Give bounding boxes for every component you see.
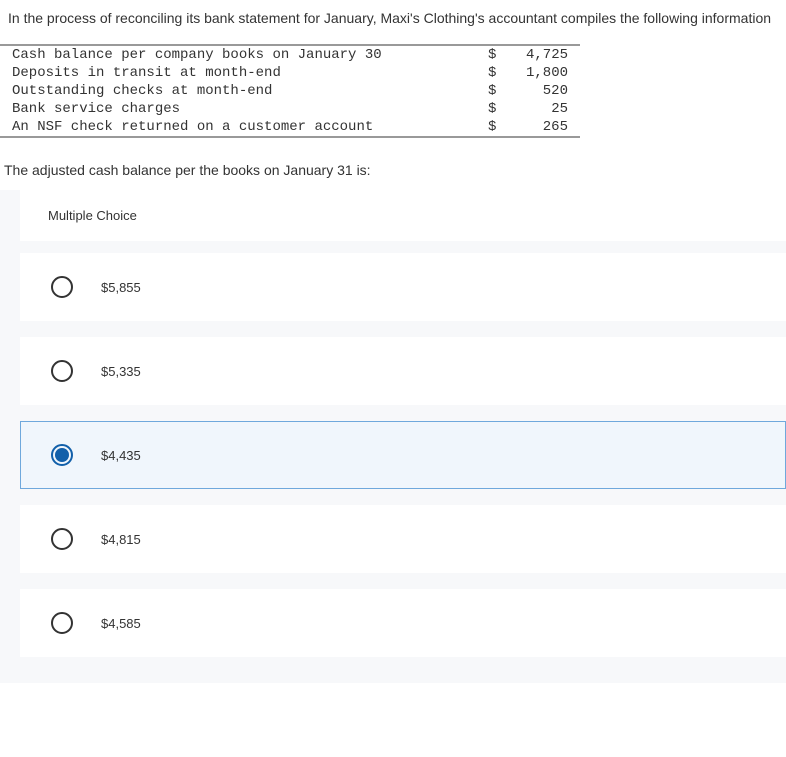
radio-icon: [51, 528, 73, 550]
table-row: An NSF check returned on a customer acco…: [0, 118, 580, 136]
row-value: 265: [518, 119, 568, 135]
radio-icon: [51, 612, 73, 634]
row-dollar: $: [488, 101, 518, 117]
option-label: $5,335: [101, 364, 141, 379]
table-row: Outstanding checks at month-end $ 520: [0, 82, 580, 100]
mc-option-1[interactable]: $5,855: [20, 253, 786, 321]
mc-options-list: $5,855 $5,335 $4,435 $4,815 $4,585: [0, 253, 786, 683]
multiple-choice-section: Multiple Choice $5,855 $5,335 $4,435 $4,…: [0, 190, 786, 683]
table-row: Cash balance per company books on Januar…: [0, 46, 580, 64]
row-label: Bank service charges: [12, 101, 488, 117]
row-label: Cash balance per company books on Januar…: [12, 47, 488, 63]
row-value: 4,725: [518, 47, 568, 63]
option-label: $5,855: [101, 280, 141, 295]
row-dollar: $: [488, 119, 518, 135]
option-label: $4,585: [101, 616, 141, 631]
row-dollar: $: [488, 83, 518, 99]
mc-title: Multiple Choice: [20, 190, 786, 241]
row-value: 520: [518, 83, 568, 99]
option-label: $4,815: [101, 532, 141, 547]
mc-option-4[interactable]: $4,815: [20, 505, 786, 573]
question-prompt: The adjusted cash balance per the books …: [0, 138, 786, 190]
row-dollar: $: [488, 65, 518, 81]
row-dollar: $: [488, 47, 518, 63]
mc-option-2[interactable]: $5,335: [20, 337, 786, 405]
mc-option-3[interactable]: $4,435: [20, 421, 786, 489]
option-label: $4,435: [101, 448, 141, 463]
radio-icon: [51, 360, 73, 382]
row-value: 1,800: [518, 65, 568, 81]
row-label: An NSF check returned on a customer acco…: [12, 119, 488, 135]
data-table: Cash balance per company books on Januar…: [0, 44, 580, 138]
table-row: Deposits in transit at month-end $ 1,800: [0, 64, 580, 82]
mc-option-5[interactable]: $4,585: [20, 589, 786, 657]
radio-icon: [51, 444, 73, 466]
row-value: 25: [518, 101, 568, 117]
row-label: Deposits in transit at month-end: [12, 65, 488, 81]
table-row: Bank service charges $ 25: [0, 100, 580, 118]
radio-icon: [51, 276, 73, 298]
row-label: Outstanding checks at month-end: [12, 83, 488, 99]
question-intro: In the process of reconciling its bank s…: [0, 0, 786, 36]
